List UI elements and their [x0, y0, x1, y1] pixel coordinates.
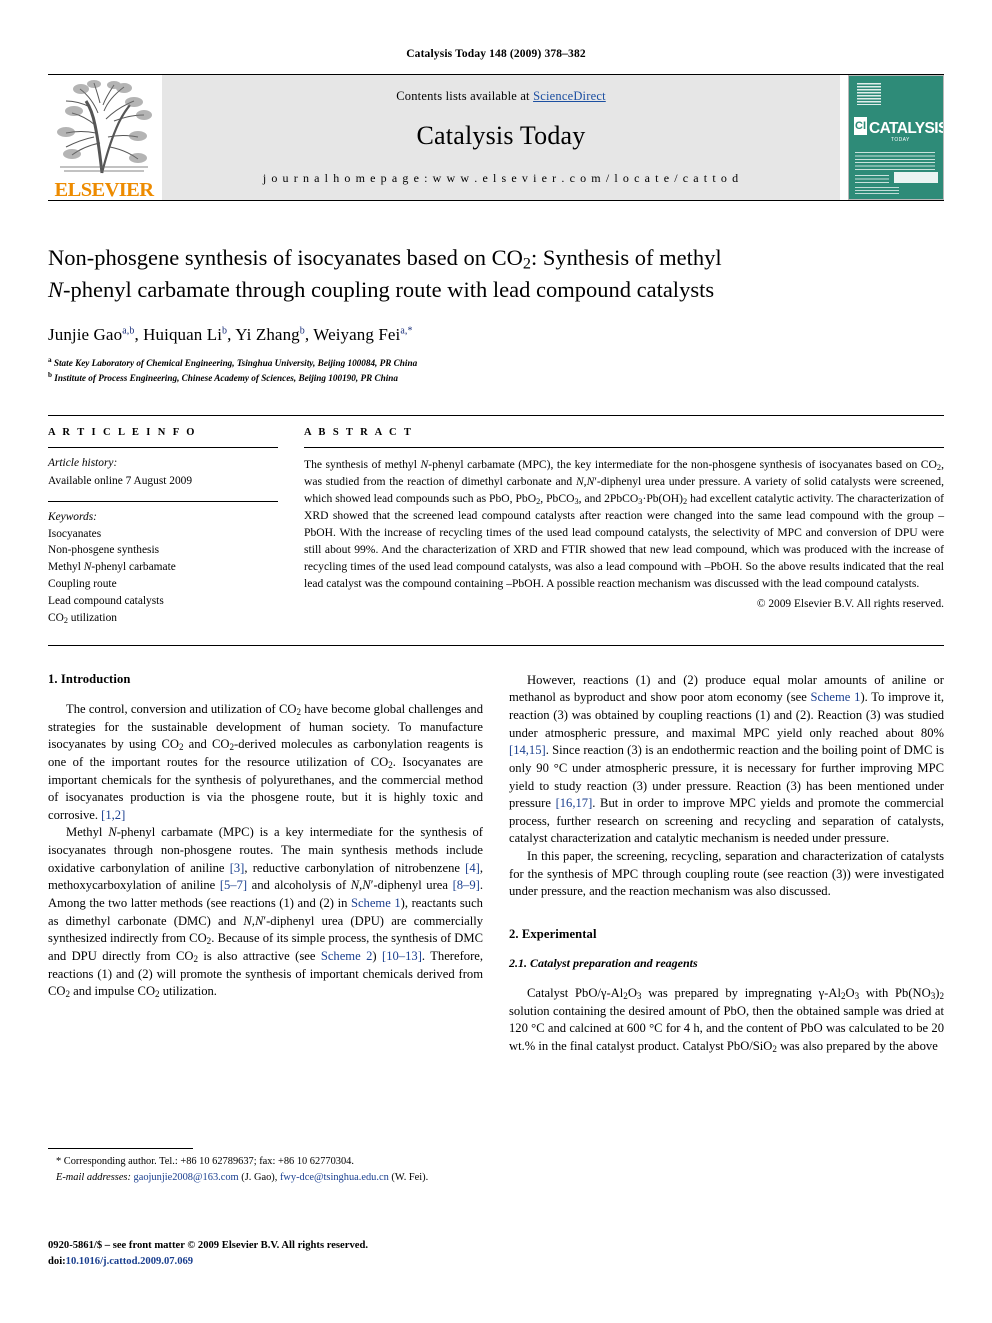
keywords-label: Keywords:	[48, 510, 97, 523]
cover-title-text: CATALYSIS	[869, 120, 944, 137]
body-columns: 1. Introduction The control, conversion …	[48, 672, 944, 1056]
cover-sciencedirect-badge	[894, 172, 938, 183]
cover-body-lines-2	[855, 175, 889, 184]
title-line-2: N-phenyl carbamate through coupling rout…	[48, 276, 715, 302]
article-info-heading: A R T I C L E I N F O	[48, 427, 197, 439]
corresponding-author-line: * Corresponding author. Tel.: +86 10 627…	[56, 1156, 354, 1167]
footnote-rule	[48, 1148, 193, 1149]
intro-paragraph-2: Methyl N-phenyl carbamate (MPC) is a key…	[48, 825, 484, 1000]
experimental-paragraph-1: Catalyst PbO/γ-Al2O3 was prepared by imp…	[509, 985, 944, 1054]
abstract-copyright: © 2009 Elsevier B.V. All rights reserved…	[756, 598, 944, 611]
cover-footer-lines	[855, 187, 899, 194]
journal-masthead: ELSEVIER Contents lists available at Sci…	[48, 75, 944, 200]
elsevier-tree-icon	[57, 80, 152, 174]
email-link-2[interactable]: fwy-dce@tsinghua.edu.cn	[280, 1172, 389, 1183]
cover-body-lines	[855, 152, 935, 170]
journal-homepage-line[interactable]: j o u r n a l h o m e p a g e : w w w . …	[263, 171, 739, 186]
elsevier-logo: ELSEVIER	[48, 75, 160, 200]
keyword-item: Coupling route	[48, 578, 117, 591]
doi-link[interactable]: 10.1016/j.cattod.2009.07.069	[66, 1256, 193, 1267]
journal-article-page: Catalysis Today 148 (2009) 378–382 ELSEV…	[0, 0, 992, 1323]
intro-paragraph-1: The control, conversion and utilization …	[48, 701, 484, 822]
intro-paragraph-3: However, reactions (1) and (2) produce e…	[509, 672, 944, 846]
corresponding-author-footnote: * Corresponding author. Tel.: +86 10 627…	[48, 1148, 480, 1185]
section-heading-experimental: 2. Experimental	[509, 926, 597, 941]
title-block: Non-phosgene synthesis of isocyanates ba…	[48, 243, 944, 385]
scheme-link[interactable]: Scheme 1	[811, 690, 861, 704]
masthead-bottom-rule	[48, 200, 944, 201]
citation-link[interactable]: [5–7]	[220, 878, 247, 892]
body-column-left: 1. Introduction The control, conversion …	[48, 672, 483, 1056]
journal-cover-thumbnail[interactable]: CI CATALYSIS TODAY	[848, 75, 944, 200]
author-1: Junjie Gaoa,b	[48, 324, 135, 344]
scheme-link[interactable]: Scheme 2	[321, 949, 373, 963]
author-3: Yi Zhangb	[235, 324, 305, 344]
author-2: Huiquan Lib	[143, 324, 228, 344]
citation-link[interactable]: [8–9]	[453, 878, 480, 892]
citation-link[interactable]: [16,17]	[556, 796, 593, 810]
section-heading-introduction: 1. Introduction	[48, 671, 131, 686]
subsection-heading-catalyst-preparation: 2.1. Catalyst preparation and reagents	[509, 955, 698, 970]
journal-banner: Contents lists available at ScienceDirec…	[162, 75, 840, 200]
citation-link[interactable]: [3]	[230, 861, 245, 875]
affiliation-a-text: State Key Laboratory of Chemical Enginee…	[53, 357, 418, 368]
keyword-item: Isocyanates	[48, 527, 102, 540]
author-list: Junjie Gaoa,b, Huiquan Lib, Yi Zhangb, W…	[48, 324, 413, 344]
cover-masthead-lines	[857, 83, 881, 105]
article-history-value: Available online 7 August 2009	[48, 474, 193, 487]
citation-link[interactable]: [14,15]	[509, 743, 546, 757]
issn-doi-block: 0920-5861/$ – see front matter © 2009 El…	[48, 1238, 368, 1270]
keyword-item: Non-phosgene synthesis	[48, 544, 160, 557]
running-head: Catalysis Today 148 (2009) 378–382	[406, 48, 586, 60]
citation-link[interactable]: [4]	[465, 861, 480, 875]
page-title: Non-phosgene synthesis of isocyanates ba…	[48, 243, 944, 305]
doi-label: doi:	[48, 1255, 66, 1267]
keywords-block: Keywords: Isocyanates Non-phosgene synth…	[48, 502, 278, 627]
contents-prefix-text: Contents lists available at	[396, 89, 534, 103]
doi-line: doi:10.1016/j.cattod.2009.07.069	[48, 1254, 368, 1270]
keyword-item: Methyl N-phenyl carbamate	[48, 561, 176, 574]
article-history-label: Article history:	[48, 457, 118, 470]
citation-link[interactable]: [10–13]	[382, 949, 422, 963]
body-top-rule	[48, 644, 944, 646]
email-name-1: (J. Gao),	[241, 1171, 278, 1183]
abstract-text: The synthesis of methyl N-phenyl carbama…	[304, 458, 944, 591]
keyword-item: CO2 utilization	[48, 611, 117, 625]
sciencedirect-link[interactable]: ScienceDirect	[533, 89, 606, 103]
body-column-right: However, reactions (1) and (2) produce e…	[509, 672, 944, 1056]
citation-link[interactable]: [1,2]	[101, 808, 125, 822]
email-name-2: (W. Fei).	[391, 1171, 429, 1183]
elsevier-wordmark: ELSEVIER	[54, 179, 154, 200]
affiliation-b: b Institute of Process Engineering, Chin…	[48, 371, 398, 384]
affiliation-a: a State Key Laboratory of Chemical Engin…	[48, 355, 418, 368]
abstract-column: A B S T R A C T The synthesis of methyl …	[304, 416, 944, 626]
affiliations: a State Key Laboratory of Chemical Engin…	[48, 355, 944, 386]
cover-ci-mark: CI	[854, 117, 867, 135]
contents-available-line: Contents lists available at ScienceDirec…	[396, 89, 606, 104]
abstract-heading: A B S T R A C T	[304, 427, 414, 439]
email-addresses-line: E-mail addresses: gaojunjie2008@163.com …	[48, 1170, 480, 1186]
affiliation-b-text: Institute of Process Engineering, Chines…	[54, 373, 398, 384]
article-info-column: A R T I C L E I N F O Article history: A…	[48, 416, 278, 626]
email-label: E-mail addresses:	[56, 1171, 131, 1183]
intro-paragraph-4: In this paper, the screening, recycling,…	[509, 849, 944, 899]
info-abstract-band: A R T I C L E I N F O Article history: A…	[48, 415, 944, 626]
scheme-link[interactable]: Scheme 1	[351, 896, 401, 910]
cover-subtitle-text: TODAY	[891, 137, 910, 143]
footnote-text: * Corresponding author. Tel.: +86 10 627…	[48, 1154, 480, 1185]
title-line-1: Non-phosgene synthesis of isocyanates ba…	[48, 245, 722, 273]
journal-title: Catalysis Today	[416, 120, 586, 150]
article-history-block: Article history: Available online 7 Augu…	[48, 448, 278, 489]
email-link-1[interactable]: gaojunjie2008@163.com	[134, 1172, 239, 1183]
author-4: Weiyang Feia,*	[313, 324, 413, 344]
issn-line: 0920-5861/$ – see front matter © 2009 El…	[48, 1240, 368, 1251]
keyword-item: Lead compound catalysts	[48, 595, 164, 608]
